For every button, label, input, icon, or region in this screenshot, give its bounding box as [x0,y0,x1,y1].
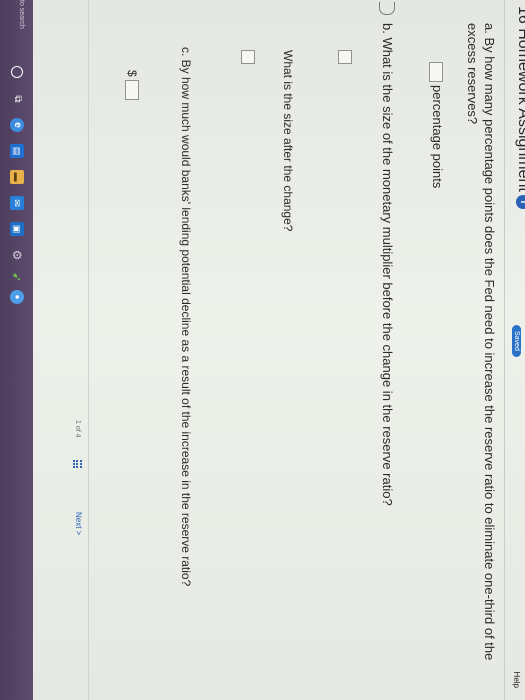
mail-icon[interactable]: ✉ [10,196,24,210]
question-c-currency: $ [125,70,139,77]
question-b-marker [379,2,395,15]
question-b-after-input[interactable] [241,50,255,64]
question-a-answer-input[interactable] [429,62,443,82]
saved-badge: Saved [512,325,521,357]
photos-icon[interactable]: ▣ [10,222,24,236]
task-view-icon[interactable]: ⧉ [10,92,24,106]
question-b-after-text: What is the size after the change? [281,50,295,232]
page-indicator: 1 of 4 [74,420,81,438]
grid-icon[interactable] [72,460,82,470]
next-button[interactable]: Next > [74,512,83,535]
question-c-answer-input[interactable] [125,80,139,100]
app-icon[interactable]: ⚙ [10,248,24,262]
help-link[interactable]: Help [512,672,521,688]
page-header: 16 Homework Assignmenti Saved Help [504,0,525,700]
question-a-unit-label: percentage points [430,85,445,189]
question-c-text: c. By how much would banks' lending pote… [179,47,193,587]
edge-icon[interactable]: e [10,118,24,132]
info-icon[interactable]: i [516,194,525,209]
file-explorer-icon[interactable]: ▬ [10,170,24,184]
taskbar: to search ⧉ e ▤ ▬ ✉ ▣ ⚙ ➹ ● [0,0,33,700]
footer-divider [88,0,89,700]
question-a-text: a. By how many percentage points does th… [465,23,497,661]
app-icon[interactable]: ➹ [10,270,24,284]
question-b-before-input[interactable] [338,50,352,64]
store-icon[interactable]: ▤ [10,144,24,158]
homework-screen: 16 Homework Assignmenti Saved Help a. By… [0,0,525,700]
app-icon[interactable]: ● [10,290,24,304]
question-b-text: b. What is the size of the monetary mult… [380,23,395,506]
cortana-icon[interactable] [11,66,23,78]
taskbar-search-input[interactable]: to search [18,0,25,29]
assignment-title: 16 Homework Assignmenti [514,6,525,209]
